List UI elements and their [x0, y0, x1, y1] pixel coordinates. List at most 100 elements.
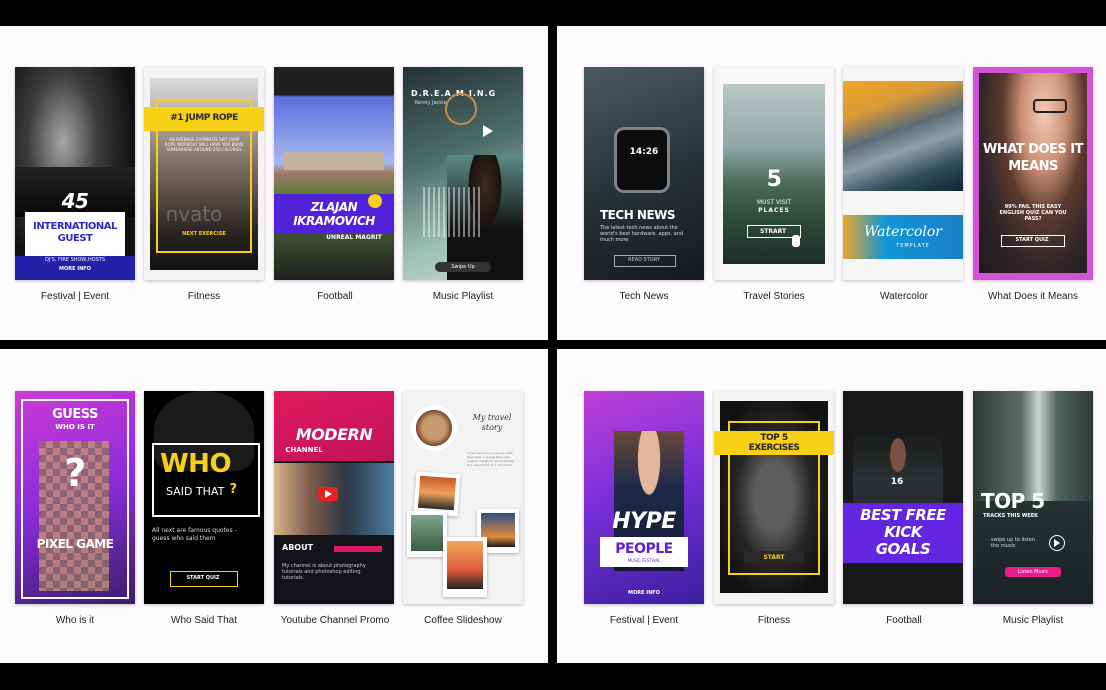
fitness-title: #1 JUMP ROPE — [170, 113, 238, 123]
quiz-title: WHAT DOES IT MEANS — [983, 142, 1083, 174]
photo-1 — [417, 475, 457, 511]
hype-people: PEOPLE — [615, 541, 673, 557]
music2-cta[interactable]: Listen Music — [1005, 569, 1061, 575]
panel-bottom-right: HYPE PEOPLE MUSIC FESTIVAL MORE INFO Fes… — [557, 349, 1106, 663]
who-title: PIXEL GAME — [36, 537, 114, 551]
template-card-festival-event[interactable]: 45 INTERNATIONAL GUEST DJ'S, FIRE SHOW,H… — [15, 67, 135, 280]
caption-music-playlist: Music Playlist — [432, 291, 494, 302]
youtube-play-triangle — [325, 490, 332, 498]
who-line2: WHO IS IT — [55, 423, 95, 431]
template-card-festival-event-hype[interactable]: HYPE PEOPLE MUSIC FESTIVAL MORE INFO — [584, 391, 704, 604]
template-card-who-is-it[interactable]: GUESS WHO IS IT ? PIXEL GAME — [15, 391, 135, 604]
who-said-qmark: ? — [229, 482, 237, 497]
youtube-about: ABOUT — [282, 543, 314, 552]
quiz-body: 99% FAIL THIS EASY ENGLISH QUIZ CAN YOU … — [999, 204, 1067, 222]
photo-4 — [447, 541, 483, 589]
dreamcatcher-icon — [445, 93, 477, 125]
fitness2-title: TOP 5 EXERCISES — [748, 433, 800, 453]
festival-number: 45 — [61, 189, 89, 213]
travel-number: 5 — [766, 167, 782, 192]
template-card-football-2[interactable]: 16 BEST FREE KICK GOALS — [843, 391, 963, 604]
football-subtitle: UNREAL MAGRIT — [326, 234, 382, 241]
template-card-football[interactable]: ZLAJAN IKRAMOVICH UNREAL MAGRIT — [274, 67, 394, 280]
caption-football-2: Football — [886, 615, 922, 626]
template-card-coffee-slideshow[interactable]: My travel story Lorem ipsum is a pseudo-… — [403, 391, 523, 604]
template-card-fitness-2[interactable]: TOP 5 EXERCISES START — [714, 391, 834, 604]
hype-sub: MUSIC FESTIVAL — [627, 558, 661, 563]
tech-title: TECH NEWS — [600, 208, 676, 222]
football-ball-icon — [367, 193, 383, 209]
youtube-accent-line — [334, 546, 382, 552]
caption-tech-news: Tech News — [619, 291, 669, 302]
hand-cursor-icon — [792, 235, 800, 247]
audio-waveform — [423, 187, 483, 237]
smartwatch-image — [614, 127, 670, 193]
travel-line2: PLACES — [758, 207, 790, 214]
who-said-cta[interactable]: START QUIZ — [170, 575, 236, 581]
youtube-subtitle: CHANNEL — [285, 446, 323, 454]
fitness2-cta[interactable]: START — [744, 554, 804, 561]
template-card-music-playlist[interactable]: D.R.E.A.M.I.N.G Kenny Jackie Swipe Up — [403, 67, 523, 280]
festival-cta[interactable]: MORE INFO — [15, 266, 135, 272]
glasses-icon — [1033, 99, 1067, 113]
fitness-cta[interactable]: NEXT EXERCISE — [144, 231, 264, 237]
who-said-body: All next are famous quotes - guess who s… — [152, 527, 237, 542]
caption-who-said-that: Who Said That — [171, 615, 237, 626]
festival-subtitle: DJ'S, FIRE SHOW,HOSTS — [44, 257, 106, 263]
caption-coffee-slideshow: Coffee Slideshow — [424, 615, 502, 626]
football2-number: 16 — [890, 477, 904, 487]
template-card-travel-stories[interactable]: 5 MUST VISIT PLACES STRART — [714, 67, 834, 280]
watercolor-mountain-photo — [843, 81, 963, 191]
template-card-what-does-it-means[interactable]: WHAT DOES IT MEANS 99% FAIL THIS EASY EN… — [973, 67, 1093, 280]
caption-music-playlist-2: Music Playlist — [1002, 615, 1064, 626]
who-said-big: WHO — [160, 449, 232, 479]
hype-title: HYPE — [612, 509, 676, 534]
caption-who-is-it: Who is it — [55, 615, 95, 626]
football2-title: BEST FREE KICK GOALS — [860, 506, 946, 558]
watercolor-subtitle: TEMPLATE — [896, 243, 930, 249]
fitness-watermark: nvato — [165, 202, 223, 226]
photo-2 — [411, 515, 443, 551]
caption-travel-stories: Travel Stories — [743, 291, 805, 302]
music-cta[interactable]: Swipe Up — [435, 264, 491, 270]
tech-body: The latest tech news about the world's b… — [600, 225, 684, 243]
template-card-watercolor[interactable]: Watercolor TEMPLATE — [843, 67, 963, 280]
template-card-who-said-that[interactable]: WHO SAID THAT ? All next are famous quot… — [144, 391, 264, 604]
festival-title: INTERNATIONAL GUEST — [33, 221, 117, 244]
caption-fitness: Fitness — [187, 291, 221, 302]
panel-bottom-left: GUESS WHO IS IT ? PIXEL GAME Who is it W… — [0, 349, 548, 663]
panel-top-left: 45 INTERNATIONAL GUEST DJ'S, FIRE SHOW,H… — [0, 26, 548, 340]
question-mark-icon: ? — [64, 451, 86, 495]
coffee-cup-image — [411, 405, 457, 451]
template-card-tech-news[interactable]: 14:26 TECH NEWS The latest tech news abo… — [584, 67, 704, 280]
youtube-body: My channel is about photography tutorial… — [282, 563, 366, 581]
coffee-title: My travel story — [472, 413, 512, 432]
travel-cta[interactable]: STRART — [747, 228, 799, 235]
play-icon[interactable] — [483, 125, 493, 137]
template-card-youtube-channel-promo[interactable]: MODERN CHANNEL ABOUT My channel is about… — [274, 391, 394, 604]
coffee-body: Lorem ipsum is a pseudo-Latin text used … — [467, 451, 514, 467]
music2-play-icon — [1054, 539, 1060, 547]
caption-watercolor: Watercolor — [880, 291, 928, 302]
football-stadium — [284, 152, 384, 170]
fitness-body: AN AVERAGE 10-MINUTE SKIT JUMP ROPE WORK… — [164, 137, 244, 152]
template-card-fitness[interactable]: #1 JUMP ROPE AN AVERAGE 10-MINUTE SKIT J… — [144, 67, 264, 280]
who-said-small: SAID THAT — [166, 485, 225, 498]
caption-festival-event-2: Festival | Event — [609, 615, 679, 626]
caption-what-does-it-means: What Does it Means — [987, 291, 1079, 302]
template-card-music-playlist-2[interactable]: TOP 5 TRACKS THIS WEEK swipe up to liste… — [973, 391, 1093, 604]
watch-time: 14:26 — [629, 147, 659, 157]
music2-title: TOP 5 — [981, 489, 1045, 513]
music2-body: swipe up to listen the music — [991, 537, 1036, 549]
watercolor-title: Watercolor — [864, 224, 942, 240]
tech-cta[interactable]: READ STORY — [614, 257, 674, 263]
who-line1: GUESS — [52, 407, 98, 422]
caption-festival-event: Festival | Event — [40, 291, 110, 302]
panel-top-right: 14:26 TECH NEWS The latest tech news abo… — [557, 26, 1106, 340]
waterfall-photo — [973, 391, 1093, 501]
youtube-title: MODERN — [295, 425, 373, 444]
music2-subtitle: TRACKS THIS WEEK — [983, 513, 1039, 519]
hype-cta[interactable]: MORE INFO — [584, 590, 704, 596]
quiz-cta[interactable]: START QUIZ — [1001, 237, 1063, 243]
caption-fitness-2: Fitness — [757, 615, 791, 626]
